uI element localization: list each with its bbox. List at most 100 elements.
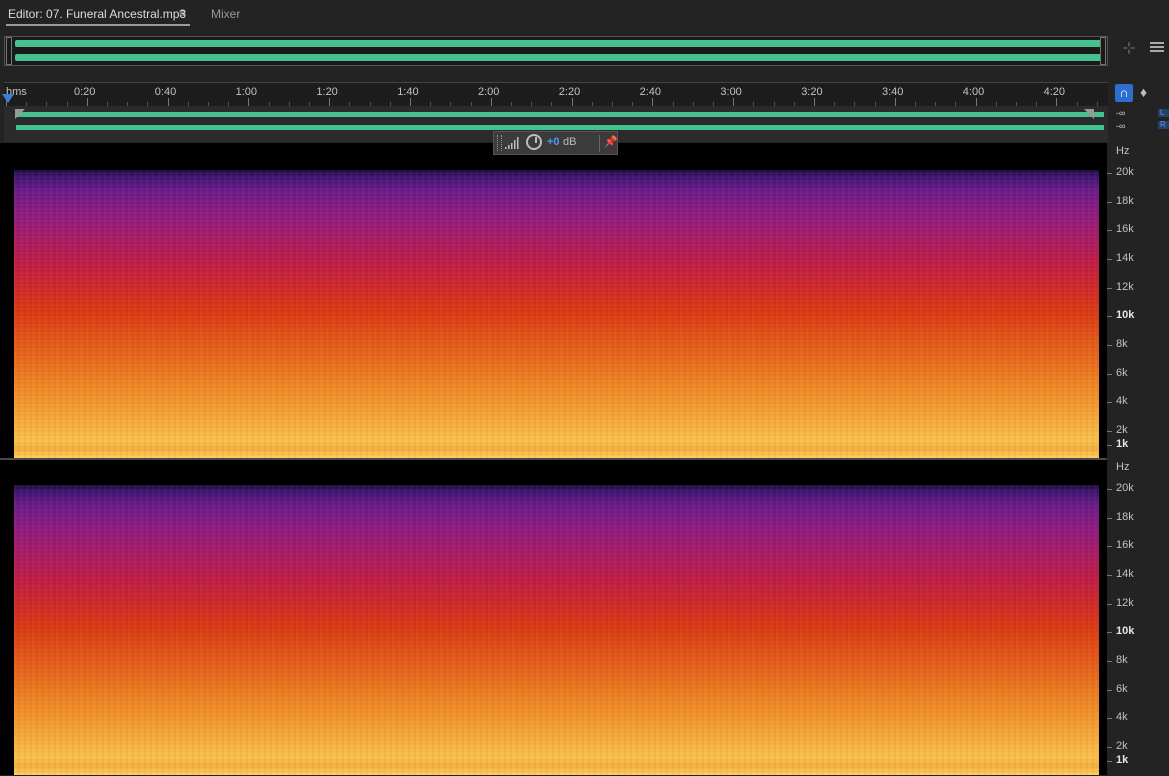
channel-flag-left[interactable]: L (1158, 109, 1169, 117)
channel-right-db: -∞ (1116, 121, 1126, 131)
pin-icon[interactable]: 📌 (604, 135, 618, 148)
panel-menu-icon[interactable] (1150, 42, 1164, 56)
frequency-tick (1107, 632, 1112, 633)
frequency-tick (1107, 259, 1112, 260)
frequency-label: 2k (1116, 424, 1128, 436)
zoom-selection-icon[interactable]: ⊹ (1120, 40, 1138, 58)
volume-value[interactable]: +0 (547, 136, 560, 148)
frequency-tick (1107, 761, 1112, 762)
frequency-label: 18k (1116, 511, 1134, 523)
frequency-label: 10k (1116, 309, 1135, 321)
hud-divider (599, 135, 600, 152)
envelope-line-right[interactable] (16, 125, 1104, 130)
frequency-label: 1k (1116, 754, 1129, 766)
frequency-tick (1107, 747, 1112, 748)
envelope-line-left[interactable] (16, 112, 1104, 117)
frequency-tick (1107, 546, 1112, 547)
ruler-time-label: 2:40 (639, 86, 662, 98)
frequency-tick (1107, 690, 1112, 691)
spectrogram-channel-right[interactable] (0, 460, 1107, 775)
ruler-tick (248, 98, 250, 106)
volume-hud[interactable]: +0 dB 📌 (493, 131, 618, 155)
volume-level-icon (505, 137, 519, 149)
frequency-tick (1107, 718, 1112, 719)
frequency-label: 1k (1116, 438, 1129, 450)
spectral-display-left[interactable] (14, 170, 1099, 458)
ruler-tick (1056, 98, 1058, 106)
frequency-label: 6k (1116, 367, 1128, 379)
frequency-tick (1107, 489, 1112, 490)
ruler-tick (167, 98, 169, 106)
ruler-time-label: 4:00 (962, 86, 985, 98)
frequency-tick (1107, 374, 1112, 375)
ruler-tick (329, 98, 331, 106)
frequency-label: 6k (1116, 683, 1128, 695)
active-tab-underline (6, 24, 190, 26)
ruler-time-label: 4:20 (1043, 86, 1066, 98)
frequency-tick (1107, 316, 1112, 317)
ruler-time-label: 1:40 (397, 86, 419, 98)
frequency-tick (1107, 345, 1112, 346)
frequency-label: 18k (1116, 195, 1134, 207)
overview-waveform-left (15, 40, 1101, 47)
ruler-tick (894, 98, 896, 106)
channel-left-db: -∞ (1116, 108, 1126, 118)
frequency-label: 20k (1116, 482, 1134, 494)
ruler-tick (490, 98, 492, 106)
fade-in-handle[interactable] (15, 109, 25, 119)
frequency-tick (1107, 288, 1112, 289)
ruler-tick (410, 98, 411, 106)
frequency-label: 8k (1116, 338, 1128, 350)
volume-knob-indicator (535, 137, 537, 143)
ruler-tick (571, 98, 573, 106)
magnet-icon[interactable]: ∩ (1115, 84, 1133, 102)
tab-mixer[interactable]: Mixer (211, 7, 240, 21)
tab-bar: Editor: 07. Funeral Ancestral.mp3 ≡ Mixe… (0, 0, 1169, 30)
frequency-label: 2k (1116, 740, 1128, 752)
ruler-time-label: 1:20 (316, 86, 338, 98)
frequency-label: 4k (1116, 711, 1128, 723)
ruler-time-label: 0:20 (74, 86, 96, 98)
time-ruler[interactable]: hms 0:20 0:40 1:00 1:20 1:40 2:00 2:20 2:40 3:00… (4, 82, 1108, 107)
ruler-time-label: 3:20 (801, 86, 823, 98)
frequency-tick (1107, 661, 1112, 662)
overview-right-handle[interactable] (1100, 37, 1106, 65)
frequency-tick (1107, 402, 1112, 403)
tab-editor[interactable]: Editor: 07. Funeral Ancestral.mp3 (8, 7, 186, 21)
volume-knob[interactable] (526, 134, 542, 150)
ruler-time-label: 2:20 (558, 86, 581, 98)
frequency-label: 8k (1116, 654, 1128, 666)
ruler-time-label: 3:40 (882, 86, 904, 98)
ruler-time-label: 3:00 (720, 86, 742, 98)
frequency-label: 12k (1116, 597, 1134, 609)
frequency-label: 14k (1116, 568, 1134, 580)
frequency-tick (1107, 575, 1112, 576)
tab-menu-icon[interactable]: ≡ (179, 6, 186, 20)
ruler-time-label: 0:40 (154, 86, 177, 98)
marker-icon[interactable]: ♦ (1140, 84, 1147, 100)
spectral-display-right[interactable] (14, 485, 1099, 775)
overview-navigator[interactable] (4, 36, 1108, 66)
frequency-label: 10k (1116, 625, 1135, 637)
frequency-label: 16k (1116, 223, 1134, 235)
ruler-time-label: 1:00 (235, 86, 258, 98)
frequency-tick (1107, 518, 1112, 519)
overview-left-handle[interactable] (6, 37, 12, 65)
frequency-tick (1107, 202, 1112, 203)
playhead-marker[interactable] (2, 94, 14, 103)
ruler-tick (814, 98, 815, 106)
frequency-axis[interactable] (1107, 143, 1169, 776)
volume-unit: dB (563, 136, 577, 148)
channel-flag-right[interactable]: R (1158, 121, 1169, 129)
spectrogram-channel-left[interactable] (0, 143, 1107, 458)
fade-out-handle[interactable] (1084, 109, 1094, 119)
frequency-label: 14k (1116, 252, 1134, 264)
ruler-tick (652, 98, 654, 106)
frequency-label: 16k (1116, 539, 1134, 551)
hud-grip[interactable] (497, 135, 502, 151)
frequency-tick (1107, 173, 1112, 174)
frequency-label: 20k (1116, 166, 1134, 178)
frequency-tick (1107, 230, 1112, 231)
frequency-unit-label: Hz (1116, 145, 1130, 157)
frequency-label: 12k (1116, 281, 1134, 293)
